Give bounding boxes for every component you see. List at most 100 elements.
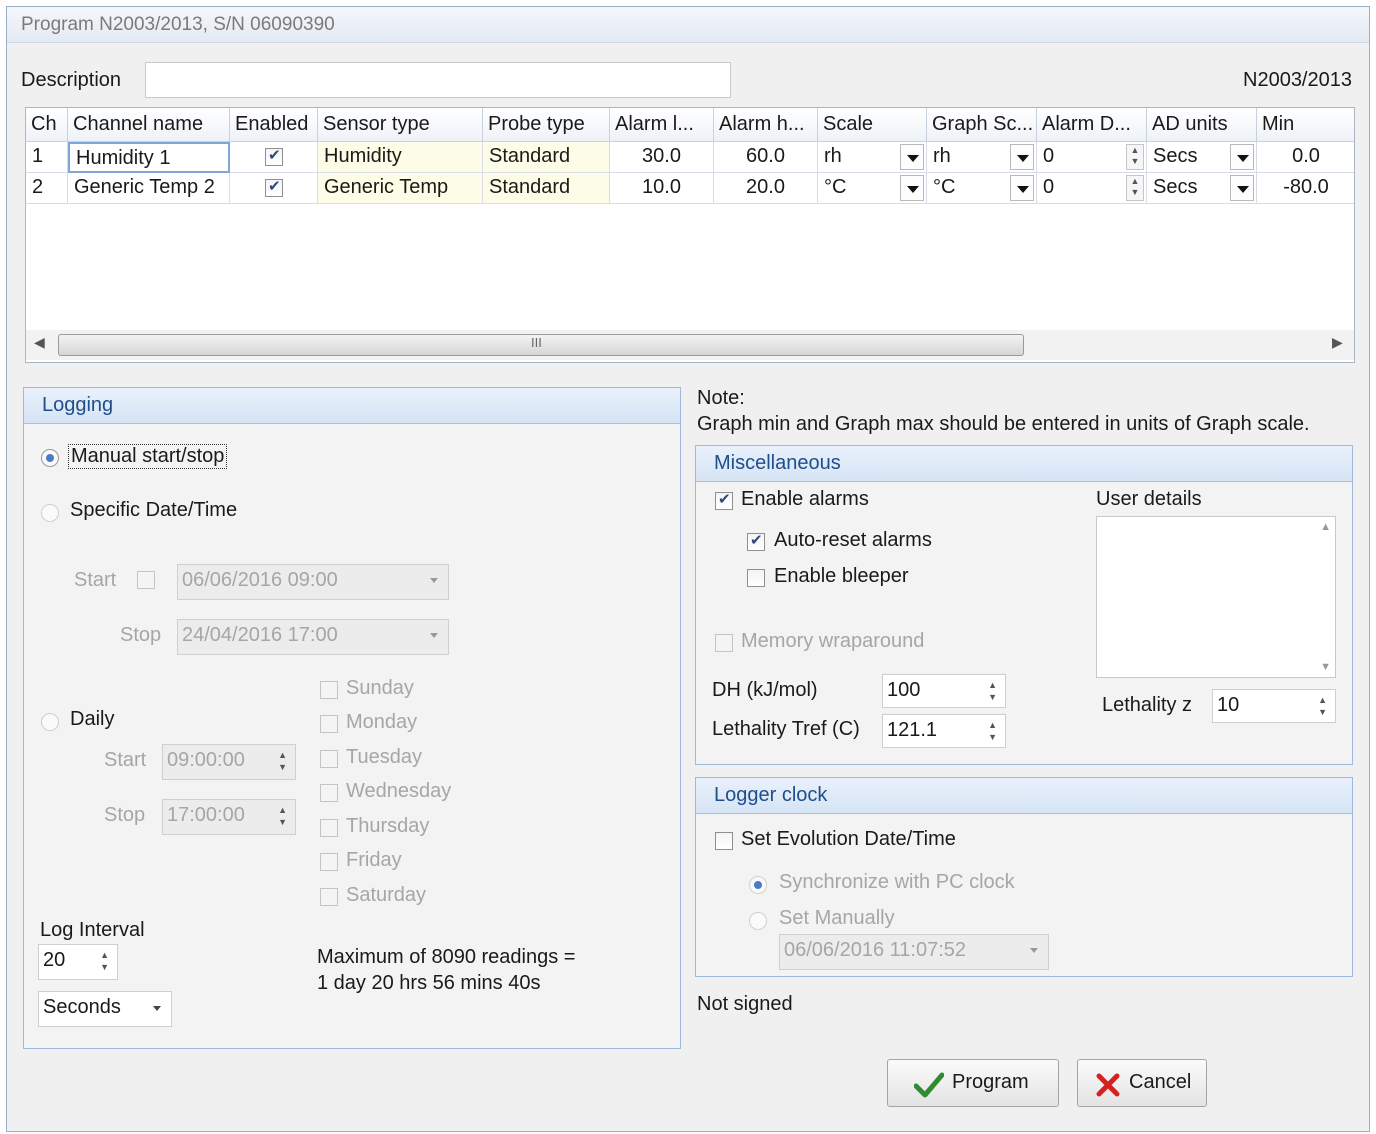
specific-stop-datetime[interactable]: 24/04/2016 17:00 [177, 619, 449, 655]
grid-cell-sensor-type[interactable]: Humidity [318, 142, 483, 173]
grid-cell-probe-type[interactable]: Standard [483, 142, 610, 173]
grid-cell-scale[interactable]: rh [818, 142, 927, 173]
enabled-checkbox[interactable] [265, 177, 283, 197]
scroll-up-arrow-icon[interactable]: ▲ [1320, 521, 1331, 533]
enable-bleeper-label[interactable]: Enable bleeper [774, 565, 909, 588]
cancel-button[interactable]: Cancel [1077, 1059, 1207, 1107]
grid-cell-alarm-delay[interactable]: 0 ▲ ▼ [1037, 173, 1147, 204]
user-details-textarea[interactable]: ▲ ▼ [1096, 516, 1336, 678]
specific-start-checkbox[interactable] [137, 571, 155, 589]
log-interval-input[interactable]: 20 ▲ ▼ [38, 944, 118, 980]
log-interval-unit-select[interactable]: Seconds [38, 991, 172, 1027]
column-header-alarm-high[interactable]: Alarm h... [714, 108, 818, 142]
description-input[interactable] [145, 62, 731, 98]
grid-cell-channel-name[interactable]: Humidity 1 [68, 142, 230, 173]
grid-cell-alarm-low[interactable]: 30.0 [610, 142, 714, 173]
manual-start-stop-radio[interactable] [41, 449, 59, 467]
daily-label[interactable]: Daily [70, 708, 114, 731]
chevron-down-icon[interactable] [430, 633, 438, 638]
column-header-ch[interactable]: Ch [26, 108, 68, 142]
ad-units-dropdown-button[interactable] [1230, 144, 1254, 170]
enabled-checkbox[interactable] [265, 146, 283, 166]
column-header-probe-type[interactable]: Probe type [483, 108, 610, 142]
scale-dropdown-button[interactable] [900, 144, 924, 170]
day-checkbox-thursday[interactable] [320, 819, 338, 837]
chevron-down-icon[interactable] [430, 578, 438, 583]
enable-alarms-label[interactable]: Enable alarms [741, 488, 869, 511]
grid-cell-ad-units[interactable]: Secs [1147, 173, 1257, 204]
daily-radio[interactable] [41, 713, 59, 731]
grid-cell-alarm-delay[interactable]: 0 ▲ ▼ [1037, 142, 1147, 173]
alarm-delay-spinner[interactable]: ▲ ▼ [1126, 144, 1144, 170]
spinner-arrows-icon[interactable]: ▲ ▼ [278, 804, 287, 828]
specific-start-datetime[interactable]: 06/06/2016 09:00 [177, 564, 449, 600]
scroll-left-arrow-icon[interactable]: ◀ [34, 334, 45, 351]
grid-cell-alarm-high[interactable]: 20.0 [714, 173, 818, 204]
scale-dropdown-button[interactable] [900, 175, 924, 201]
column-header-alarm-delay[interactable]: Alarm D... [1037, 108, 1147, 142]
grid-cell-enabled[interactable] [230, 142, 318, 173]
spinner-arrows-icon[interactable]: ▲ ▼ [1318, 694, 1327, 718]
set-manually-radio[interactable] [749, 912, 767, 930]
program-button[interactable]: Program [887, 1059, 1059, 1107]
grid-cell-graph-scale[interactable]: °C [927, 173, 1037, 204]
lethality-z-input[interactable]: 10 ▲ ▼ [1212, 689, 1336, 723]
column-header-scale[interactable]: Scale [818, 108, 927, 142]
manual-start-stop-label[interactable]: Manual start/stop [68, 444, 228, 469]
spinner-arrows-icon[interactable]: ▲ ▼ [100, 949, 109, 973]
column-header-enabled[interactable]: Enabled [230, 108, 318, 142]
alarm-delay-spinner[interactable]: ▲ ▼ [1126, 175, 1144, 201]
daily-stop-time[interactable]: 17:00:00 ▲ ▼ [162, 799, 296, 835]
day-checkbox-wednesday[interactable] [320, 784, 338, 802]
grid-cell-min[interactable]: 0.0 [1257, 142, 1354, 173]
set-evolution-label[interactable]: Set Evolution Date/Time [741, 828, 956, 851]
grid-cell-alarm-low[interactable]: 10.0 [610, 173, 714, 204]
ad-units-dropdown-button[interactable] [1230, 175, 1254, 201]
grid-cell-ch[interactable]: 2 [26, 173, 68, 204]
column-header-channel-name[interactable]: Channel name [68, 108, 230, 142]
scroll-right-arrow-icon[interactable]: ▶ [1332, 334, 1343, 351]
lethality-tref-input[interactable]: 121.1 ▲ ▼ [882, 714, 1006, 748]
grid-cell-enabled[interactable] [230, 173, 318, 204]
enable-bleeper-checkbox[interactable] [747, 569, 765, 587]
scrollbar-thumb[interactable]: III [58, 334, 1024, 356]
manual-datetime-picker[interactable]: 06/06/2016 11:07:52 [779, 934, 1049, 970]
specific-date-time-radio[interactable] [41, 504, 59, 522]
chevron-down-icon[interactable] [1030, 948, 1038, 953]
day-checkbox-friday[interactable] [320, 853, 338, 871]
grid-cell-ad-units[interactable]: Secs [1147, 142, 1257, 173]
dh-input[interactable]: 100 ▲ ▼ [882, 674, 1006, 708]
day-checkbox-tuesday[interactable] [320, 750, 338, 768]
grid-cell-probe-type[interactable]: Standard [483, 173, 610, 204]
chevron-down-icon[interactable] [153, 1006, 161, 1011]
day-checkbox-saturday[interactable] [320, 888, 338, 906]
graph-scale-dropdown-button[interactable] [1010, 175, 1034, 201]
column-header-sensor-type[interactable]: Sensor type [318, 108, 483, 142]
grid-cell-channel-name[interactable]: Generic Temp 2 [68, 173, 230, 204]
grid-cell-min[interactable]: -80.0 [1257, 173, 1354, 204]
scroll-down-arrow-icon[interactable]: ▼ [1320, 661, 1331, 673]
grid-cell-scale[interactable]: °C [818, 173, 927, 204]
spinner-arrows-icon[interactable]: ▲ ▼ [988, 719, 997, 743]
specific-date-time-label[interactable]: Specific Date/Time [70, 499, 237, 522]
column-header-graph-scale[interactable]: Graph Sc... [927, 108, 1037, 142]
day-checkbox-sunday[interactable] [320, 681, 338, 699]
grid-cell-alarm-high[interactable]: 60.0 [714, 142, 818, 173]
grid-horizontal-scrollbar[interactable]: ◀ III ▶ [26, 330, 1354, 360]
spinner-arrows-icon[interactable]: ▲ ▼ [278, 749, 287, 773]
memory-wraparound-checkbox[interactable] [715, 634, 733, 652]
column-header-alarm-low[interactable]: Alarm l... [610, 108, 714, 142]
day-checkbox-monday[interactable] [320, 715, 338, 733]
column-header-ad-units[interactable]: AD units [1147, 108, 1257, 142]
sync-pc-clock-radio[interactable] [749, 876, 767, 894]
enable-alarms-checkbox[interactable] [715, 490, 733, 510]
grid-cell-graph-scale[interactable]: rh [927, 142, 1037, 173]
graph-scale-dropdown-button[interactable] [1010, 144, 1034, 170]
auto-reset-alarms-label[interactable]: Auto-reset alarms [774, 529, 932, 552]
spinner-arrows-icon[interactable]: ▲ ▼ [988, 679, 997, 703]
grid-cell-ch[interactable]: 1 [26, 142, 68, 173]
auto-reset-alarms-checkbox[interactable] [747, 531, 765, 551]
set-evolution-checkbox[interactable] [715, 832, 733, 850]
daily-start-time[interactable]: 09:00:00 ▲ ▼ [162, 744, 296, 780]
grid-cell-sensor-type[interactable]: Generic Temp [318, 173, 483, 204]
